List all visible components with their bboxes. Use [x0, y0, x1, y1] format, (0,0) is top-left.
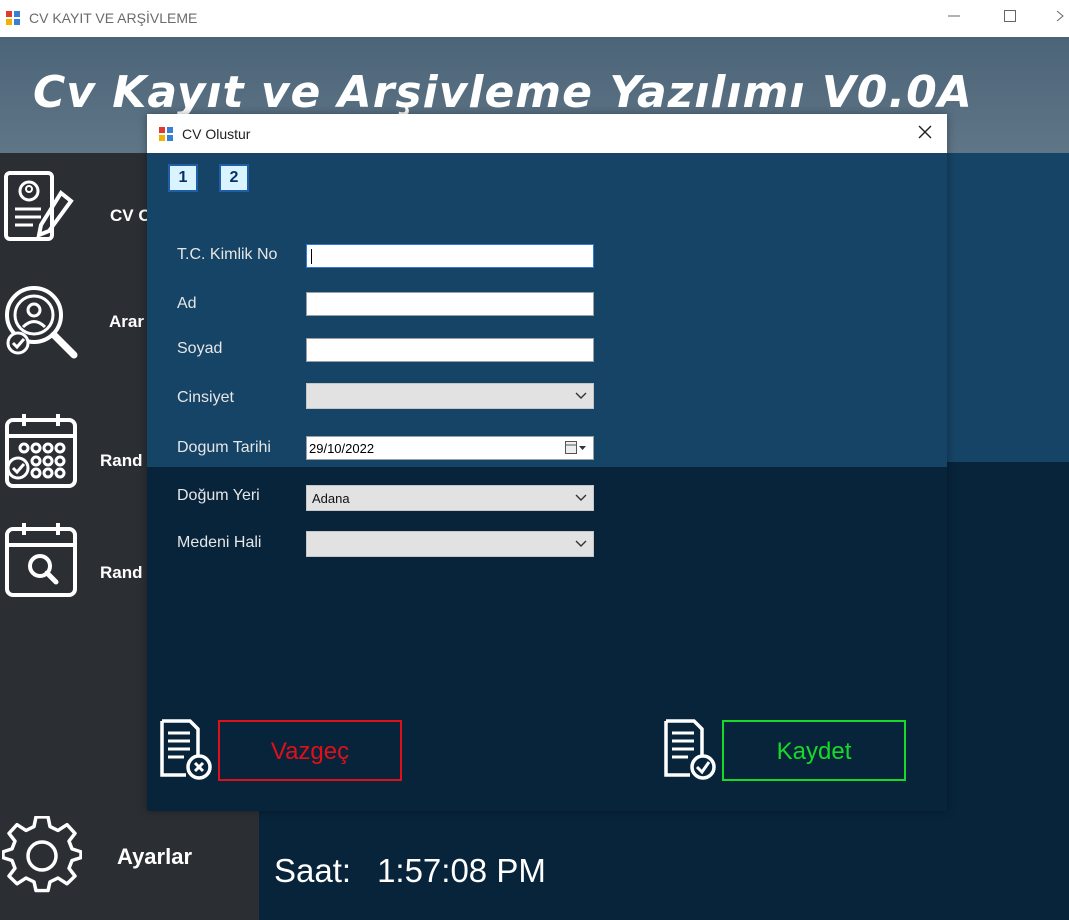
clock-value: 1:57:08 PM: [377, 852, 546, 889]
ad-input[interactable]: [306, 292, 594, 316]
calendar-search-icon: [5, 523, 77, 597]
dogum-yeri-value: Adana: [312, 491, 350, 506]
tc-kimlik-input[interactable]: [306, 244, 594, 268]
sidebar-item-label: Rand: [100, 451, 143, 470]
sidebar-item-label: Ayarlar: [117, 844, 193, 869]
dialog-title: CV Olustur: [182, 126, 251, 142]
chevron-down-icon: [575, 392, 587, 399]
dogum-tarihi-picker[interactable]: 29/10/2022: [306, 436, 594, 460]
app-title: Cv Kayıt ve Arşivleme Yazılımı V0.0A: [33, 67, 973, 118]
close-icon[interactable]: [913, 121, 937, 145]
window-title: CV KAYIT VE ARŞİVLEME: [29, 10, 198, 26]
clock: Saat: 1:57:08 PM: [274, 852, 546, 890]
app-icon: [159, 127, 173, 141]
kaydet-button[interactable]: Kaydet: [722, 720, 906, 781]
gear-icon: [2, 816, 82, 893]
document-cancel-icon: [160, 719, 212, 780]
close-icon[interactable]: [1050, 6, 1069, 30]
ad-label: Ad: [177, 295, 197, 312]
sidebar-item-label: Arar: [109, 312, 144, 331]
dogum-tarihi-value: 29/10/2022: [309, 441, 375, 456]
cinsiyet-select[interactable]: [306, 383, 594, 409]
dogum-yeri-select[interactable]: Adana: [306, 485, 594, 511]
app-icon: [5, 10, 21, 26]
medeni-hali-select[interactable]: [306, 531, 594, 557]
dialog-titlebar: CV Olustur: [147, 114, 947, 153]
cv-olustur-dialog: CV Olustur 1 2 T.C. Kimlik No Ad Soyad C…: [147, 114, 947, 811]
medeni-hali-label: Medeni Hali: [177, 534, 262, 551]
dogum-tarihi-label: Dogum Tarihi: [177, 439, 271, 456]
search-person-icon: [5, 286, 78, 359]
calendar-dropdown-icon[interactable]: [565, 441, 587, 455]
tc-kimlik-label: T.C. Kimlik No: [177, 246, 278, 263]
text-caret: [311, 249, 312, 264]
dialog-form-upper: 1 2 T.C. Kimlik No Ad Soyad Cinsiyet Dog…: [147, 153, 947, 467]
chevron-down-icon: [575, 540, 587, 547]
calendar-icon: [5, 414, 77, 488]
dogum-yeri-label: Doğum Yeri: [177, 487, 260, 504]
page-1-button[interactable]: 1: [168, 164, 198, 192]
chevron-down-icon: [575, 494, 587, 501]
soyad-input[interactable]: [306, 338, 594, 362]
soyad-label: Soyad: [177, 340, 223, 357]
document-save-icon: [664, 719, 716, 780]
cinsiyet-label: Cinsiyet: [177, 389, 234, 406]
sidebar-item-label: Rand: [100, 563, 143, 582]
cv-document-icon: [4, 171, 74, 241]
page-2-button[interactable]: 2: [219, 164, 249, 192]
minimize-icon[interactable]: [940, 6, 968, 30]
clock-label: Saat:: [274, 852, 352, 889]
sidebar-item-label: CV O: [110, 206, 152, 225]
vazgec-button[interactable]: Vazgeç: [218, 720, 402, 781]
window-titlebar: CV KAYIT VE ARŞİVLEME: [0, 0, 1069, 37]
maximize-icon[interactable]: [996, 6, 1024, 30]
dialog-form-lower: Doğum Yeri Adana Medeni Hali Vazgeç Kayd…: [147, 467, 947, 811]
sidebar-item-ayarlar[interactable]: Ayarlar: [0, 808, 259, 898]
